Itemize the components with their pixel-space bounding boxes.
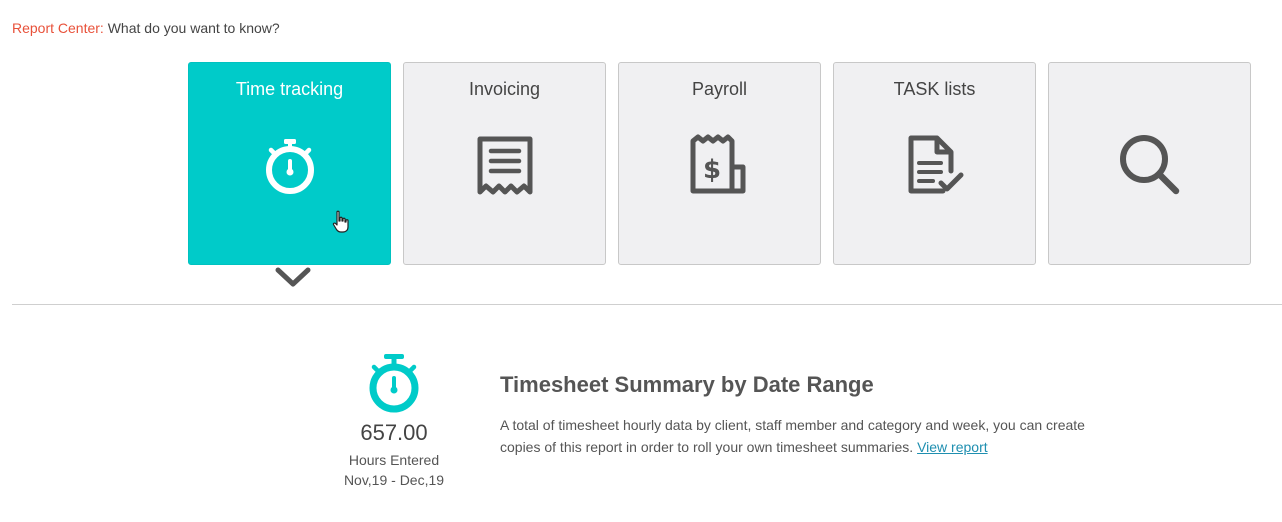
date-range: Nov,19 - Dec,19 [343,472,445,488]
tile-label: Invoicing [468,79,541,99]
report-center-header: Report Center: What do you want to know? [12,20,280,36]
report-category-tiles: Time tracking Invoicing Payroll $ TASK l… [188,62,1251,265]
report-description-text: A total of timesheet hourly data by clie… [500,417,1085,455]
search-icon [1118,133,1182,197]
tile-label: TASK lists [893,79,976,99]
svg-text:$: $ [702,155,720,185]
hours-value: 657.00 [360,420,428,445]
tile-invoicing[interactable]: Invoicing [403,62,606,265]
tile-search[interactable] [1048,62,1251,265]
header-question: What do you want to know? [107,20,280,36]
task-file-icon [903,133,967,197]
payroll-receipt-icon: $ [688,133,752,197]
chevron-down-icon[interactable] [274,266,312,290]
report-description: A total of timesheet hourly data by clie… [500,414,1100,458]
tile-time-tracking[interactable]: Time tracking [188,62,391,265]
receipt-icon [473,133,537,197]
hand-cursor-icon [332,210,350,234]
hours-label: Hours Entered [348,452,440,468]
report-title: Timesheet Summary by Date Range [500,372,874,397]
tile-label: Time tracking [235,79,344,99]
tile-label: Payroll [691,79,748,99]
stopwatch-icon [258,133,322,197]
tile-payroll[interactable]: Payroll $ [618,62,821,265]
report-info: Timesheet Summary by Date Range A total … [500,372,1100,458]
section-divider [12,304,1282,305]
view-report-link[interactable]: View report [917,439,988,455]
stopwatch-icon [369,354,419,413]
report-center-label: Report Center: [12,20,104,36]
report-summary-stat: 657.00 Hours Entered Nov,19 - Dec,19 [330,352,458,488]
tile-task-lists[interactable]: TASK lists [833,62,1036,265]
